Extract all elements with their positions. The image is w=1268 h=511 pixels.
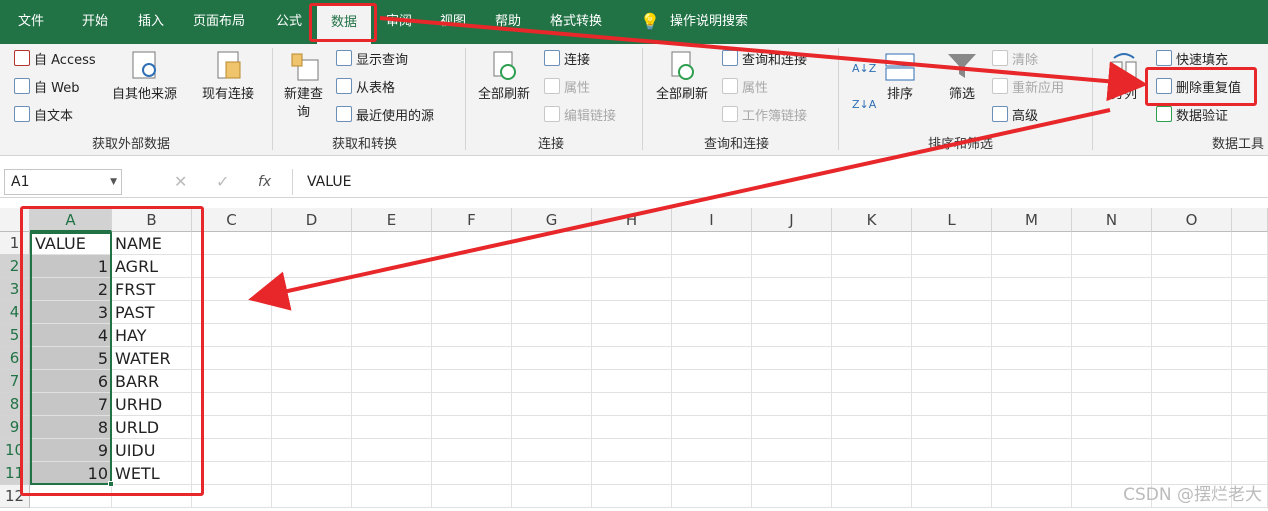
arrow-tab-to-button (379, 16, 1148, 102)
watermark: CSDN @摆烂老大 (1123, 485, 1262, 505)
annotation-arrows (248, 16, 1148, 311)
arrow-button-to-range (248, 108, 1111, 311)
